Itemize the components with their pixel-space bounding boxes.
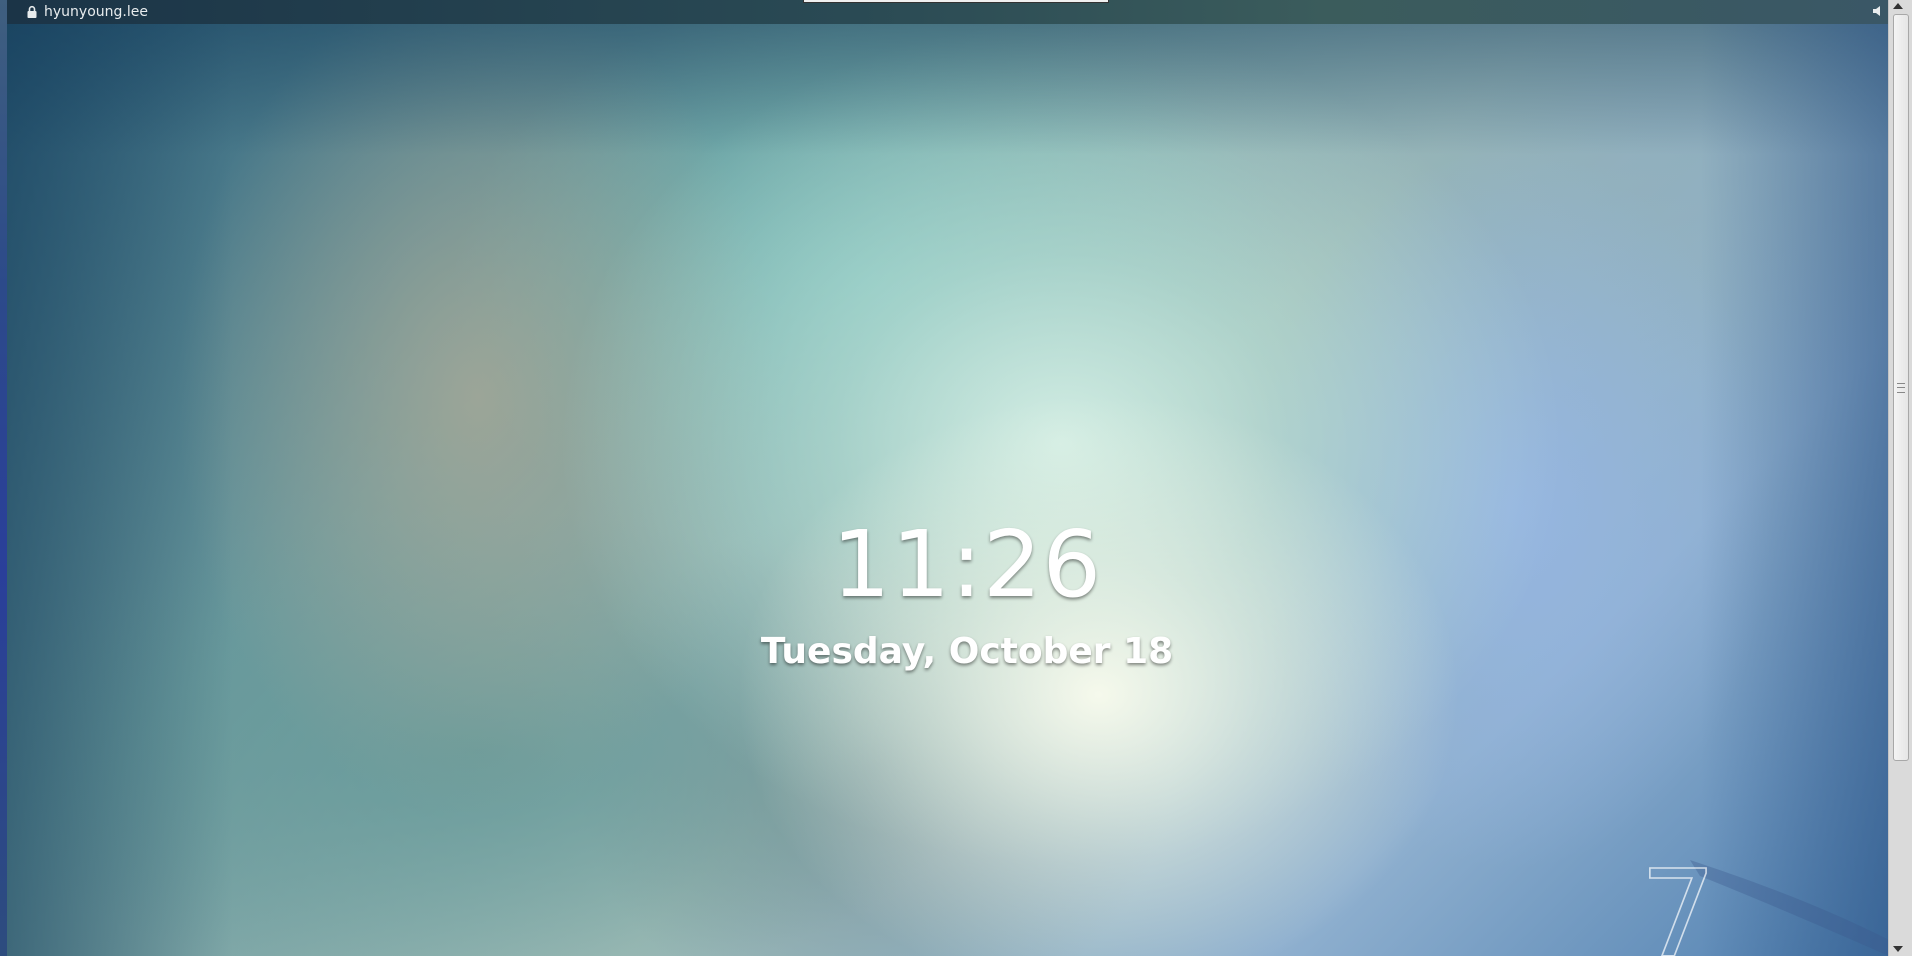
volume-icon[interactable] <box>1871 4 1885 18</box>
scroll-up-arrow-icon[interactable] <box>1893 3 1903 9</box>
wallpaper-watermark: 7 <box>1639 860 1889 956</box>
desktop-wallpaper <box>7 24 1889 956</box>
watermark-digit: 7 <box>1640 860 1716 956</box>
clock-time: 11:26 <box>831 511 1103 618</box>
lock-icon <box>27 5 37 18</box>
left-window-edge <box>0 0 7 956</box>
vertical-scrollbar[interactable] <box>1888 0 1912 956</box>
username-label: hyunyoung.lee <box>44 4 148 20</box>
lock-screen[interactable]: hyunyoung.lee 11:26 Tuesday, October 18 … <box>0 0 1912 956</box>
scroll-thumb[interactable] <box>1893 14 1909 761</box>
clock-date: Tuesday, October 18 <box>760 631 1174 672</box>
top-bar: hyunyoung.lee <box>7 0 1889 24</box>
wallpaper-vignette <box>7 24 1889 956</box>
scroll-down-arrow-icon[interactable] <box>1893 946 1903 952</box>
scroll-grip-icon <box>1897 383 1905 393</box>
password-field-edge[interactable] <box>803 0 1109 3</box>
